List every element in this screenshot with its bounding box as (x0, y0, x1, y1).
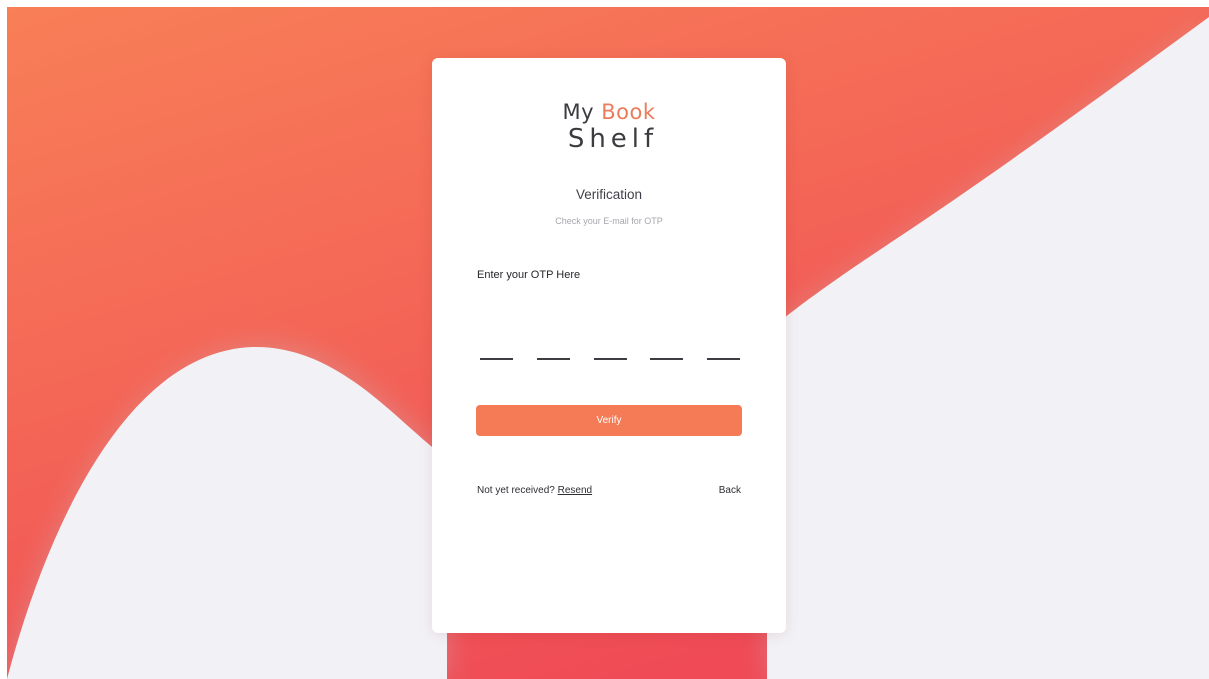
page-subtitle: Check your E-mail for OTP (555, 216, 663, 226)
resend-prompt: Not yet received? Resend (477, 485, 592, 496)
logo-word-my: My (562, 100, 595, 124)
back-link[interactable]: Back (719, 485, 741, 496)
otp-input-group (480, 346, 743, 360)
otp-digit-5[interactable] (707, 346, 740, 360)
otp-digit-4[interactable] (650, 346, 683, 360)
brand-logo: My Book Shelf (432, 100, 786, 154)
logo-word-shelf: Shelf (567, 124, 659, 154)
resend-link[interactable]: Resend (558, 485, 592, 496)
otp-label: Enter your OTP Here (477, 269, 581, 281)
page-background: My Book Shelf Verification Check your E-… (7, 7, 1209, 679)
page-title: Verification (575, 187, 643, 202)
verify-button[interactable]: Verify (476, 405, 742, 436)
verification-card: My Book Shelf Verification Check your E-… (432, 58, 786, 633)
otp-digit-3[interactable] (594, 346, 627, 360)
logo-word-book: Book (601, 100, 656, 124)
otp-digit-2[interactable] (537, 346, 570, 360)
resend-prompt-text: Not yet received? (477, 485, 555, 496)
otp-digit-1[interactable] (480, 346, 513, 360)
logo-line-1: My Book (432, 100, 786, 124)
